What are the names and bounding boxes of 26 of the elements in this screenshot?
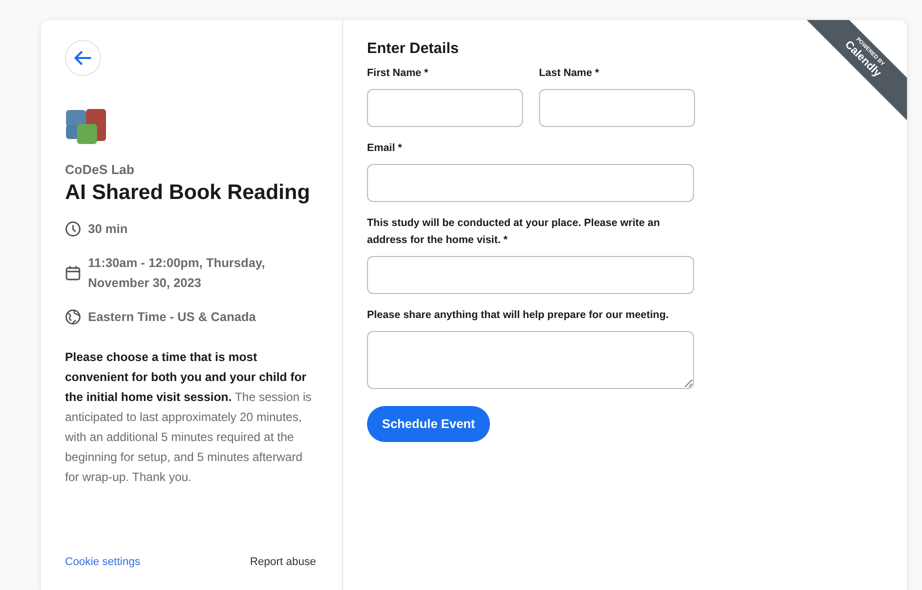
calendar-icon <box>65 265 81 281</box>
report-abuse-link[interactable]: Report abuse <box>250 556 316 568</box>
form-heading: Enter Details <box>367 40 460 57</box>
back-button[interactable] <box>65 40 101 76</box>
cubes-logo <box>65 106 109 146</box>
clock-icon <box>65 221 81 237</box>
input-field[interactable] <box>367 164 694 202</box>
schedule-event-button[interactable]: Schedule Event <box>367 406 490 442</box>
event-description: Please choose a time that is most convenient for both you and your child for the initial home visit session. The session is anticipated to last approximately 20 minutes, with an additional 5 minutes required at the beginning for setup, and 5 minutes afterward for wrap-up. Thank you. <box>65 349 313 486</box>
text-area[interactable] <box>367 331 694 389</box>
input-field[interactable] <box>367 256 694 294</box>
field-label: Email * <box>367 141 404 156</box>
field-label: This study will be conducted at your place. Please write an address for the home visit. * <box>367 216 661 248</box>
organizer-name: CoDeS Lab <box>65 162 136 177</box>
input-field[interactable] <box>539 89 695 127</box>
back-arrow-icon <box>74 50 92 66</box>
detail-text: 30 min <box>88 221 128 238</box>
event-title: AI Shared Book Reading <box>65 181 312 205</box>
field-label: Last Name * <box>539 66 600 81</box>
cookie-settings-link[interactable]: Cookie settings <box>65 556 140 568</box>
detail-text: 11:30am - 12:00pm, Thursday, November 30, 2023 <box>88 255 266 292</box>
detail-text: Eastern Time - US & Canada <box>88 309 256 326</box>
input-field[interactable] <box>367 89 523 127</box>
field-label: Please share anything that will help prepare for our meeting. <box>367 308 670 323</box>
globe-icon <box>65 309 81 325</box>
field-label: First Name * <box>367 66 430 81</box>
